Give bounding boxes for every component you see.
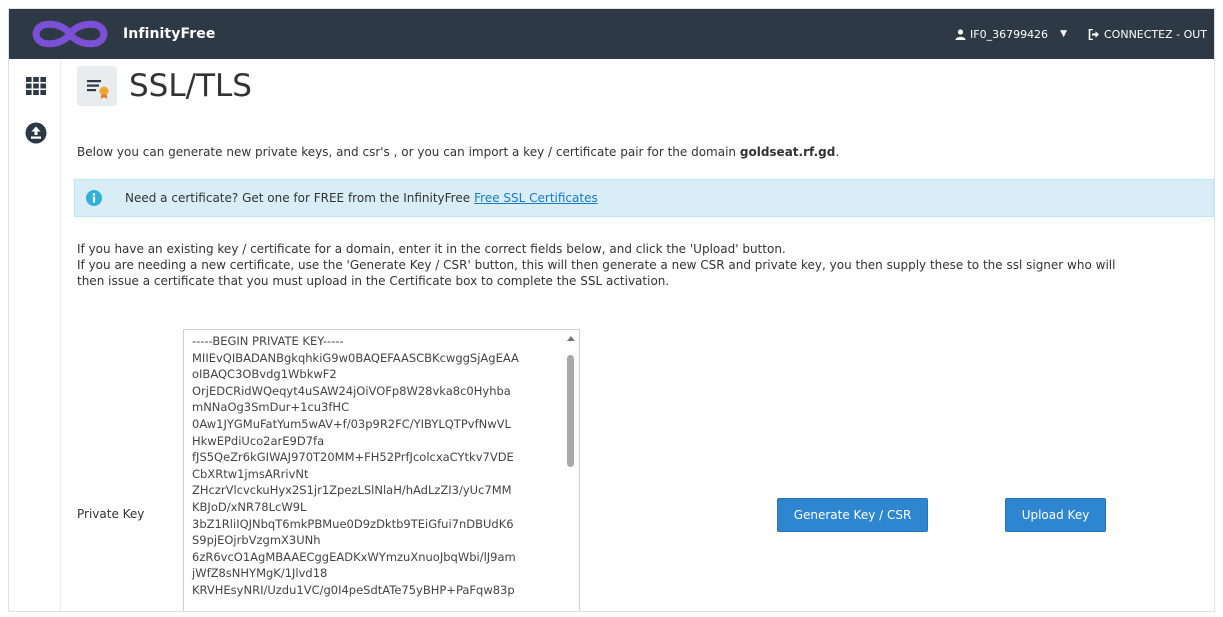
help-text: If you have an existing key / certificat…: [77, 241, 1115, 289]
top-navbar: InfinityFree IF0_36799426 ▼ CONNECTEZ - …: [9, 9, 1214, 59]
infinity-logo-icon: [32, 20, 108, 48]
private-key-line: 6zR6vcO1AgMBAAECggEADKxWYmzuXnuoJbqWbi/l…: [192, 549, 516, 564]
scroll-up-icon[interactable]: [567, 336, 575, 341]
private-key-line: jWfZ8sNHYMgK/1Jlvd18: [192, 566, 328, 581]
scroll-thumb[interactable]: [567, 355, 574, 467]
username: IF0_36799426: [970, 27, 1049, 41]
private-key-line: 0Aw1JYGMuFatYum5wAV+f/03p9R2FC/YIBYLQTPv…: [192, 416, 511, 431]
domain-name: goldseat.rf.gd: [739, 145, 836, 159]
generate-key-csr-button[interactable]: Generate Key / CSR: [777, 498, 928, 532]
private-key-line: KBJoD/xNR78LcW9L: [192, 499, 307, 514]
private-key-line: -----BEGIN PRIVATE KEY-----: [192, 334, 344, 348]
brand-name: InfinityFree: [123, 26, 216, 42]
brand[interactable]: InfinityFree: [29, 17, 215, 51]
private-key-line: ZHczrVlcvckuHyx2S1jr1ZpezLSlNlaH/hAdLzZI…: [192, 483, 512, 498]
upload-icon[interactable]: [25, 122, 47, 144]
private-key-line: oIBAQC3OBvdg1WbkwF2: [192, 367, 337, 382]
sign-out-icon: [1088, 28, 1099, 40]
help-line-2: If you are needing a new certificate, us…: [77, 258, 1116, 272]
help-line-3: then issue a certificate that you must u…: [77, 274, 670, 288]
intro-text: Below you can generate new private keys,…: [77, 145, 840, 159]
alert-icon-box: [75, 180, 113, 216]
user-icon: [955, 28, 966, 40]
private-key-textarea[interactable]: -----BEGIN PRIVATE KEY----- MIIEvQIBADANB…: [183, 329, 580, 611]
page-header: SSL/TLS: [77, 66, 252, 106]
user-menu[interactable]: IF0_36799426 ▼: [955, 9, 1067, 59]
private-key-line: KRVHEsyNRI/Uzdu1VC/g0I4peSdtATe75yBHP+Pa…: [192, 582, 515, 597]
private-key-line: MIIEvQIBADANBgkqhkiG9w0BAQEFAASCBKcwggSj…: [192, 350, 519, 365]
private-key-line: fJS5QeZr6kGIWAJ970T20MM+FH52PrfJcolcxaCY…: [192, 450, 514, 465]
logout-label: CONNECTEZ - OUT: [1104, 27, 1208, 41]
private-key-line: 3bZ1RliIQJNbqT6mkPBMue0D9zDktb9TEiGfui7n…: [192, 516, 514, 531]
private-key-line: S9pjEOjrbVzgmX3UNh: [192, 533, 321, 548]
app-window: InfinityFree IF0_36799426 ▼ CONNECTEZ - …: [8, 8, 1215, 612]
info-alert: Need a certificate? Get one for FREE fro…: [74, 179, 1214, 217]
info-icon: [86, 190, 102, 206]
textarea-scrollbar[interactable]: [563, 330, 579, 611]
private-key-content: -----BEGIN PRIVATE KEY----- MIIEvQIBADANB…: [192, 333, 562, 599]
private-key-line: CbXRtw1jmsARrivNt: [192, 466, 309, 481]
help-line-1: If you have an existing key / certificat…: [77, 242, 786, 256]
logout-link[interactable]: CONNECTEZ - OUT: [1088, 9, 1207, 59]
alert-message: Need a certificate? Get one for FREE fro…: [125, 191, 471, 205]
certificate-icon: [77, 66, 117, 106]
chevron-down-icon: ▼: [1060, 29, 1067, 39]
private-key-line: OrjEDCRidWQeqyt4uSAW24jOiVOFp8W28vka8c0H…: [192, 383, 511, 398]
grid-icon[interactable]: [25, 75, 47, 97]
free-ssl-link[interactable]: Free SSL Certificates: [474, 191, 598, 205]
private-key-line: mNNaOg3SmDur+1cu3fHC: [192, 400, 350, 415]
page-title: SSL/TLS: [129, 68, 252, 104]
upload-key-button[interactable]: Upload Key: [1005, 498, 1106, 532]
private-key-label: Private Key: [77, 507, 145, 521]
sidebar: [9, 59, 61, 611]
private-key-line: HkwEPdiUco2arE9D7fa: [192, 433, 325, 448]
